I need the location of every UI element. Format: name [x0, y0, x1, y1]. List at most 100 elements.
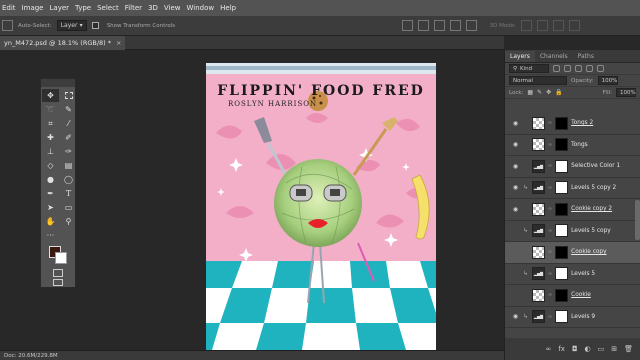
3d-rotate-icon[interactable]: [521, 20, 532, 31]
kind-filter-dropdown[interactable]: ⚲ Kind: [509, 64, 549, 73]
stamp-tool-icon[interactable]: ⊥: [42, 145, 59, 158]
menu-window[interactable]: Window: [187, 4, 221, 12]
layer-thumbnail[interactable]: [532, 116, 545, 130]
layer-name[interactable]: Levels 9: [571, 314, 595, 320]
eraser-tool-icon[interactable]: ◇: [42, 159, 59, 172]
layer-mask-thumbnail[interactable]: [555, 116, 569, 130]
show-transform-checkbox[interactable]: [91, 22, 99, 29]
layer-thumbnail[interactable]: [532, 202, 545, 216]
lock-pixels-icon[interactable]: ✎: [537, 89, 542, 96]
pixel-filter-icon[interactable]: [553, 65, 560, 72]
adjustment-filter-icon[interactable]: [564, 65, 571, 72]
adjustment-thumbnail-icon[interactable]: ▂▅▇: [532, 310, 545, 324]
mask-icon[interactable]: ◘: [572, 345, 578, 353]
fx-icon[interactable]: fx: [558, 345, 565, 353]
layer-mask-thumbnail[interactable]: [555, 267, 569, 281]
menu-help[interactable]: Help: [220, 4, 242, 12]
align-icon[interactable]: [401, 20, 413, 31]
history-brush-icon[interactable]: ✑: [60, 145, 77, 158]
layer-row[interactable]: ◉ ∞ Cookie copy 2: [505, 199, 640, 221]
eye-icon[interactable]: ◉: [511, 313, 520, 320]
layer-row[interactable]: ∞ Cookie: [505, 285, 640, 307]
menu-select[interactable]: Select: [97, 4, 125, 12]
artwork-canvas[interactable]: FLIPPIN' FOOD FRED ROSLYN HARRISON: [206, 63, 436, 350]
3d-slide-icon[interactable]: [569, 20, 580, 31]
blend-mode-dropdown[interactable]: Normal: [509, 76, 567, 85]
layer-row[interactable]: ◉ ↳ ▂▅▇ ∞ Levels 9: [505, 307, 640, 328]
hand-tool-icon[interactable]: ✋: [42, 215, 59, 228]
eye-icon[interactable]: ◉: [511, 120, 520, 127]
link-icon[interactable]: ∞: [548, 185, 552, 191]
lock-all-icon[interactable]: 🔒: [555, 89, 562, 96]
blur-tool-icon[interactable]: ●: [42, 173, 59, 186]
link-icon[interactable]: ∞: [548, 249, 552, 255]
3d-roll-icon[interactable]: [537, 20, 548, 31]
move-tool-icon[interactable]: ✥: [42, 89, 59, 102]
more-tools-icon[interactable]: ···: [42, 229, 59, 242]
tools-panel-header[interactable]: [41, 79, 75, 87]
link-icon[interactable]: ∞: [546, 345, 552, 353]
folder-icon[interactable]: ▭: [598, 345, 605, 353]
screen-mode-icon[interactable]: [53, 279, 63, 286]
type-filter-icon[interactable]: [575, 65, 582, 72]
eye-icon[interactable]: ◉: [511, 141, 520, 148]
link-icon[interactable]: ∞: [548, 292, 552, 298]
lock-position-icon[interactable]: ✥: [546, 89, 551, 96]
layer-thumbnail[interactable]: [532, 288, 545, 302]
type-tool-icon[interactable]: T: [60, 187, 77, 200]
close-icon[interactable]: ×: [116, 39, 121, 47]
tab-channels[interactable]: Channels: [535, 51, 573, 62]
zoom-tool-icon[interactable]: ⚲: [60, 215, 77, 228]
layer-mask-thumbnail[interactable]: [555, 202, 569, 216]
layer-name[interactable]: Tongs: [571, 142, 587, 148]
distribute-icon[interactable]: [449, 20, 461, 31]
eye-icon[interactable]: ◉: [511, 163, 520, 170]
layer-row[interactable]: ◉ ▂▅▇ ∞ Selective Color 1: [505, 156, 640, 178]
menu-edit[interactable]: Edit: [2, 4, 22, 12]
lasso-tool-icon[interactable]: ➰: [42, 103, 59, 116]
opacity-field[interactable]: 100%: [597, 76, 618, 85]
gradient-tool-icon[interactable]: ▤: [60, 159, 77, 172]
layer-name[interactable]: Cookie copy 2: [571, 206, 612, 212]
align-icon[interactable]: [417, 20, 429, 31]
crop-tool-icon[interactable]: ⌗: [42, 117, 59, 130]
brush-tool-icon[interactable]: ✐: [60, 131, 77, 144]
layer-mask-thumbnail[interactable]: [555, 245, 569, 259]
layer-thumbnail[interactable]: [532, 138, 545, 152]
smart-filter-icon[interactable]: [597, 65, 604, 72]
auto-select-dropdown[interactable]: Layer ▾: [56, 20, 87, 31]
layer-name[interactable]: Selective Color 1: [571, 163, 620, 169]
quick-mask-icon[interactable]: [53, 269, 63, 277]
adjustment-thumbnail-icon[interactable]: ▂▅▇: [532, 224, 545, 238]
healing-tool-icon[interactable]: ✚: [42, 131, 59, 144]
layer-mask-thumbnail[interactable]: [555, 288, 569, 302]
layer-mask-thumbnail[interactable]: [555, 224, 569, 238]
layer-thumbnail[interactable]: [532, 245, 545, 259]
link-icon[interactable]: ∞: [548, 206, 552, 212]
layer-mask-thumbnail[interactable]: [555, 181, 569, 195]
background-color-swatch[interactable]: [55, 252, 67, 264]
menu-layer[interactable]: Layer: [50, 4, 76, 12]
path-select-tool-icon[interactable]: ➤: [42, 201, 59, 214]
eye-icon[interactable]: ◉: [511, 184, 520, 191]
menu-image[interactable]: Image: [22, 4, 50, 12]
menu-view[interactable]: View: [164, 4, 187, 12]
tab-layers[interactable]: Layers: [505, 51, 535, 62]
distribute-icon[interactable]: [465, 20, 477, 31]
menu-3d[interactable]: 3D: [148, 4, 164, 12]
adjustment-thumbnail-icon[interactable]: ▂▅▇: [532, 159, 545, 173]
layer-row[interactable]: ◉ ↳ ▂▅▇ ∞ Levels 5 copy 2: [505, 178, 640, 199]
layer-name[interactable]: Cookie: [571, 292, 591, 298]
tab-paths[interactable]: Paths: [573, 51, 599, 62]
eye-icon[interactable]: ◉: [511, 206, 520, 213]
move-tool-icon[interactable]: [2, 20, 13, 31]
dodge-tool-icon[interactable]: ◯: [60, 173, 77, 186]
layer-name[interactable]: Levels 5 copy 2: [571, 185, 616, 191]
quick-select-tool-icon[interactable]: ✎: [60, 103, 77, 116]
layers-scrollbar[interactable]: [635, 200, 640, 240]
shape-tool-icon[interactable]: ▭: [60, 201, 77, 214]
link-icon[interactable]: ∞: [548, 314, 552, 320]
layer-row[interactable]: ◉ ∞ Tongs 2: [505, 113, 640, 135]
lock-transparency-icon[interactable]: ▦: [527, 89, 533, 96]
3d-pan-icon[interactable]: [553, 20, 564, 31]
